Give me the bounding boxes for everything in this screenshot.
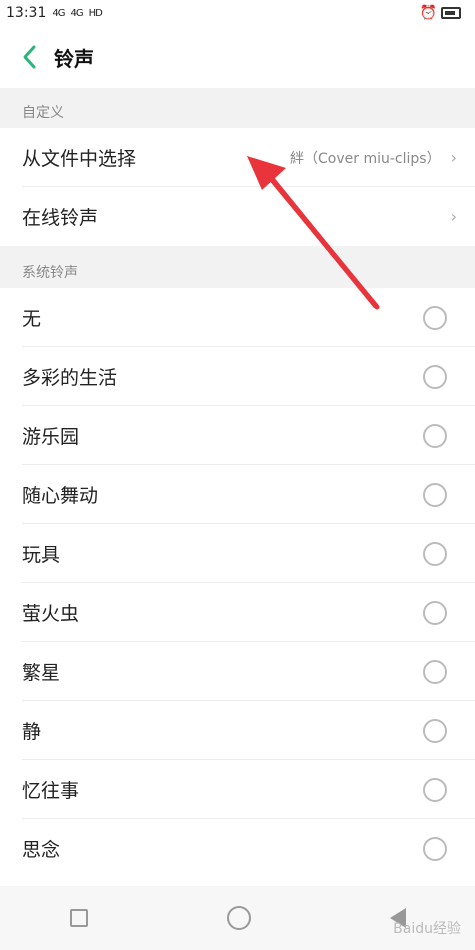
ringtone-item[interactable]: 无: [0, 288, 475, 347]
radio-button[interactable]: [423, 482, 447, 507]
current-ringtone-value: 絆（Cover miu-clips）: [290, 150, 441, 167]
radio-button[interactable]: [423, 777, 447, 802]
radio-button[interactable]: [423, 718, 447, 743]
chevron-right-icon: ›: [450, 148, 457, 167]
radio-button[interactable]: [423, 423, 447, 448]
chevron-right-icon: ›: [450, 207, 457, 226]
home-button[interactable]: [226, 906, 251, 930]
ringtone-item[interactable]: 萤火虫: [0, 583, 475, 642]
back-button[interactable]: [6, 33, 54, 81]
ringtone-label: 忆往事: [22, 780, 80, 802]
ringtone-item[interactable]: 思念: [0, 819, 475, 878]
section-header-system: 系统铃声: [0, 246, 475, 288]
signal-icon-1: 4G: [52, 7, 65, 19]
ringtone-item[interactable]: 忆往事: [0, 760, 475, 819]
ringtone-item[interactable]: 静: [0, 701, 475, 760]
ringtone-item[interactable]: 繁星: [0, 642, 475, 701]
ringtone-label: 萤火虫: [22, 603, 80, 625]
watermark: Baidu经验: [393, 921, 461, 937]
status-right: ⏰: [420, 5, 461, 21]
radio-button[interactable]: [423, 305, 447, 330]
ringtone-label: 无: [22, 308, 42, 330]
ringtone-label: 随心舞动: [22, 485, 99, 507]
ringtone-item[interactable]: 玩具: [0, 524, 475, 583]
page-title: 铃声: [54, 46, 94, 71]
ringtone-item[interactable]: 多彩的生活: [0, 347, 475, 406]
online-ringtone-item[interactable]: 在线铃声 ›: [0, 187, 475, 246]
signal-icon-2: 4G: [70, 7, 83, 19]
status-bar: 13:31 4G 4G HD ⏰: [0, 0, 475, 26]
chevron-left-icon: [23, 45, 36, 69]
radio-button[interactable]: [423, 541, 447, 566]
section-header-custom: 自定义: [0, 88, 475, 128]
recent-apps-button[interactable]: [69, 909, 88, 927]
status-time: 13:31: [6, 5, 47, 21]
header: 铃声: [0, 26, 475, 88]
ringtone-item[interactable]: 游乐园: [0, 406, 475, 465]
radio-button[interactable]: [423, 836, 447, 861]
ringtone-label: 游乐园: [22, 426, 80, 448]
radio-button[interactable]: [423, 600, 447, 625]
alarm-icon: ⏰: [419, 5, 437, 21]
ringtone-label: 玩具: [22, 544, 61, 566]
ringtone-item[interactable]: 随心舞动: [0, 465, 475, 524]
ringtone-label: 繁星: [22, 662, 61, 684]
battery-icon: [441, 7, 461, 19]
online-ringtone-label: 在线铃声: [22, 207, 99, 229]
select-from-file-item[interactable]: 从文件中选择 絆（Cover miu-clips） ›: [0, 128, 475, 187]
ringtone-label: 静: [22, 721, 42, 743]
ringtone-label: 多彩的生活: [22, 367, 118, 389]
select-from-file-label: 从文件中选择: [22, 148, 137, 170]
status-left: 13:31 4G 4G HD: [6, 5, 103, 21]
radio-button[interactable]: [423, 364, 447, 389]
ringtone-label: 思念: [22, 839, 61, 861]
radio-button[interactable]: [423, 659, 447, 684]
hd-icon: HD: [88, 7, 103, 19]
